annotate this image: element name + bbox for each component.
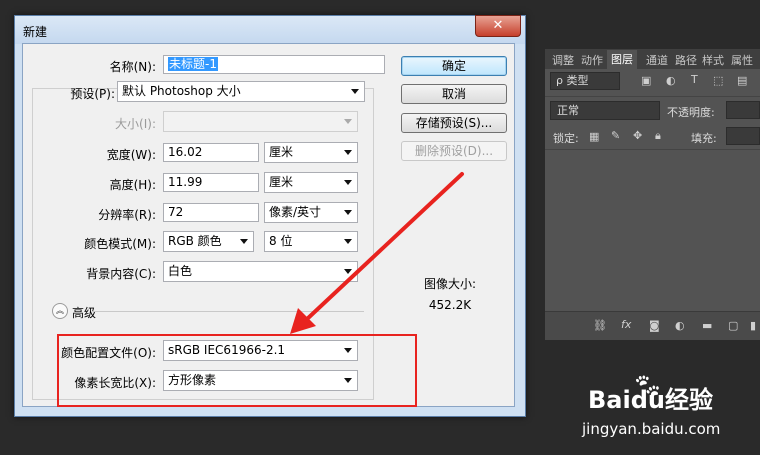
tab-adjustments[interactable]: 调整 <box>552 52 574 68</box>
panel-divider <box>545 96 760 97</box>
tab-layers[interactable]: 图层 <box>607 50 637 70</box>
tab-paths[interactable]: 路径 <box>675 52 697 68</box>
delete-layer-icon[interactable]: ▮ <box>750 319 756 332</box>
link-layers-icon[interactable]: ⛓ <box>593 319 607 332</box>
lock-move-icon[interactable]: ✥ <box>633 129 642 142</box>
smart-object-filter-icon[interactable]: ▤ <box>737 74 747 87</box>
fill-input[interactable] <box>726 127 760 145</box>
lock-label: 锁定: <box>553 132 579 145</box>
image-filter-icon[interactable]: ▣ <box>641 74 651 87</box>
photoshop-layers-panel: 调整 动作 图层 通道 路径 样式 属性 ρ 类型 ▣ ◐ T ⬚ ▤ 正常 不… <box>545 49 760 340</box>
shape-filter-icon[interactable]: ⬚ <box>713 74 723 87</box>
panel-tab-bar: 调整 动作 图层 通道 路径 样式 属性 <box>545 49 760 70</box>
tab-styles[interactable]: 样式 <box>702 52 724 68</box>
tab-actions[interactable]: 动作 <box>581 52 603 68</box>
tab-properties[interactable]: 属性 <box>731 52 753 68</box>
type-filter-icon[interactable]: T <box>691 73 698 86</box>
new-layer-icon[interactable]: ▢ <box>728 319 738 332</box>
opacity-input[interactable] <box>726 101 760 119</box>
panel-divider <box>545 149 760 150</box>
adjustment-filter-icon[interactable]: ◐ <box>666 74 676 87</box>
fx-icon[interactable]: fx <box>621 318 631 331</box>
blend-mode-select[interactable]: 正常 <box>550 101 660 120</box>
lock-transparent-icon[interactable]: ▦ <box>589 130 599 143</box>
adjustment-layer-icon[interactable]: ◐ <box>675 319 685 332</box>
add-mask-icon[interactable]: ◙ <box>649 319 660 332</box>
tab-channels[interactable]: 通道 <box>646 52 668 68</box>
layer-filter-select[interactable]: ρ 类型 <box>550 72 620 90</box>
watermark-url: jingyan.baidu.com <box>582 420 721 438</box>
new-group-icon[interactable]: ▬ <box>702 319 712 332</box>
lock-all-icon[interactable]: 🔒︎ <box>655 129 661 143</box>
fill-label: 填充: <box>691 132 717 145</box>
opacity-label: 不透明度: <box>667 106 715 119</box>
lock-paint-icon[interactable]: ✎ <box>611 129 620 142</box>
panel-footer: ⛓ fx ◙ ◐ ▬ ▢ ▮ <box>545 311 760 340</box>
paw-icon: 🐾︎ <box>632 372 663 400</box>
